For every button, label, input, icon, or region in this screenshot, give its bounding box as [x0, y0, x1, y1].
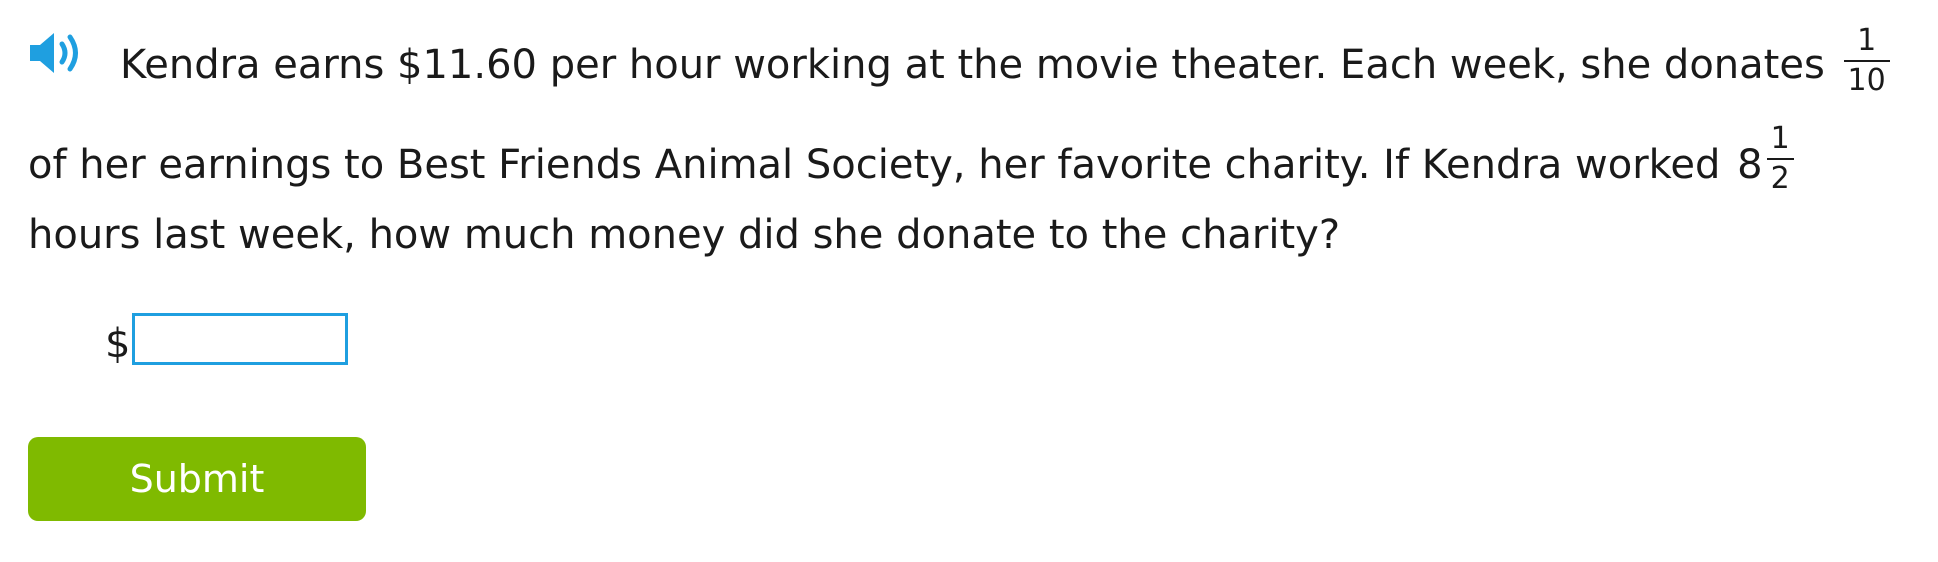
answer-input[interactable] [132, 313, 349, 365]
question-text-3: hours last week, how much money did she … [28, 212, 1341, 258]
fraction-numerator: 1 [1857, 23, 1877, 58]
hours-fraction: 1 2 [1766, 120, 1794, 198]
mixed-number-whole: 8 [1737, 142, 1763, 188]
fraction-numerator: 1 [1770, 121, 1790, 156]
speaker-icon[interactable] [26, 28, 96, 78]
submit-button[interactable]: Submit [28, 437, 366, 521]
question-text-2: of her earnings to Best Friends Animal S… [28, 142, 1721, 188]
question-text-1: Kendra earns $11.60 per hour working at … [120, 42, 1825, 88]
question-line-3: hours last week, how much money did she … [28, 211, 1340, 259]
answer-row: $ [105, 309, 349, 369]
currency-symbol: $ [105, 321, 131, 367]
question-line-1: Kendra earns $11.60 per hour working at … [120, 23, 1890, 106]
question-line-2: of her earnings to Best Friends Animal S… [28, 121, 1794, 206]
donation-fraction: 1 10 [1843, 22, 1890, 100]
fraction-denominator: 2 [1770, 161, 1790, 196]
fraction-denominator: 10 [1847, 63, 1886, 98]
